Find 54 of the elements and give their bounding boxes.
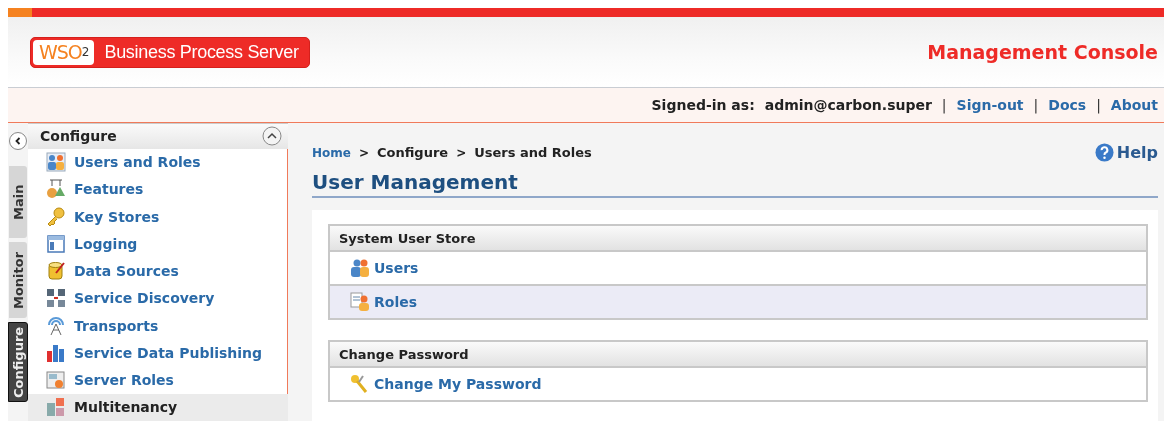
help-link[interactable]: Help [1094, 143, 1158, 162]
menu-item[interactable]: Key Stores [28, 203, 288, 231]
menu-item[interactable]: Users and Roles [28, 148, 288, 176]
document-icon [46, 370, 66, 391]
shapes-icon [46, 179, 66, 200]
side-tab[interactable]: Configure [8, 322, 28, 402]
bar-chart-icon [46, 342, 66, 363]
menu-item[interactable]: Data Sources [28, 257, 288, 285]
breadcrumb-separator: > [358, 145, 369, 160]
user-name: admin@carbon.super [764, 97, 932, 113]
separator: | [1033, 97, 1039, 113]
breadcrumb-link[interactable]: Home [312, 145, 351, 160]
people-icon [350, 258, 370, 278]
accent-bar [8, 8, 32, 17]
separator: | [941, 97, 947, 113]
menu-title: Configure [40, 128, 117, 145]
signed-in-label: Signed-in as: [651, 97, 755, 113]
breadcrumb-separator: > [456, 145, 467, 160]
header-link[interactable]: About [1110, 97, 1158, 113]
database-icon [46, 261, 66, 282]
help-icon [1094, 143, 1114, 162]
separator: | [1096, 97, 1101, 113]
collapse-icon[interactable] [262, 126, 282, 147]
menu-item[interactable]: Transports [28, 312, 288, 340]
network-icon [46, 288, 66, 309]
header-link[interactable]: Sign-out [956, 97, 1024, 113]
row-link[interactable]: Users [374, 260, 419, 276]
page-title: User Management [312, 170, 1158, 198]
menu-item[interactable]: Server Roles [28, 366, 288, 394]
key-icon [46, 206, 66, 227]
side-tab[interactable]: Monitor [9, 242, 27, 318]
section-header: Change Password [330, 342, 1146, 368]
chevron-left-icon [14, 137, 22, 145]
menu-item[interactable]: Features [28, 175, 288, 204]
breadcrumb-item: Configure [377, 145, 449, 160]
console-title: Management Console [927, 41, 1158, 63]
antenna-icon [46, 315, 66, 336]
row-link[interactable]: Change My Password [374, 376, 542, 392]
menu-item[interactable]: Service Data Publishing [28, 339, 288, 367]
collapse-button[interactable] [9, 132, 27, 150]
breadcrumb-item: Users and Roles [474, 145, 592, 160]
section-header: System User Store [330, 226, 1146, 252]
side-tab[interactable]: Main [9, 166, 27, 238]
menu-item[interactable]: Service Discovery [28, 284, 288, 312]
key-icon [350, 374, 370, 394]
row-link[interactable]: Roles [374, 294, 418, 310]
menu-item[interactable]: Logging [28, 230, 288, 258]
window-icon [46, 233, 66, 254]
user-document-icon [350, 292, 370, 312]
blocks-icon [46, 397, 66, 418]
table-row[interactable]: Roles [330, 284, 1146, 318]
people-icon [46, 152, 66, 173]
menu-section[interactable]: Multitenancy [28, 393, 288, 421]
header-link[interactable]: Docs [1048, 97, 1087, 113]
